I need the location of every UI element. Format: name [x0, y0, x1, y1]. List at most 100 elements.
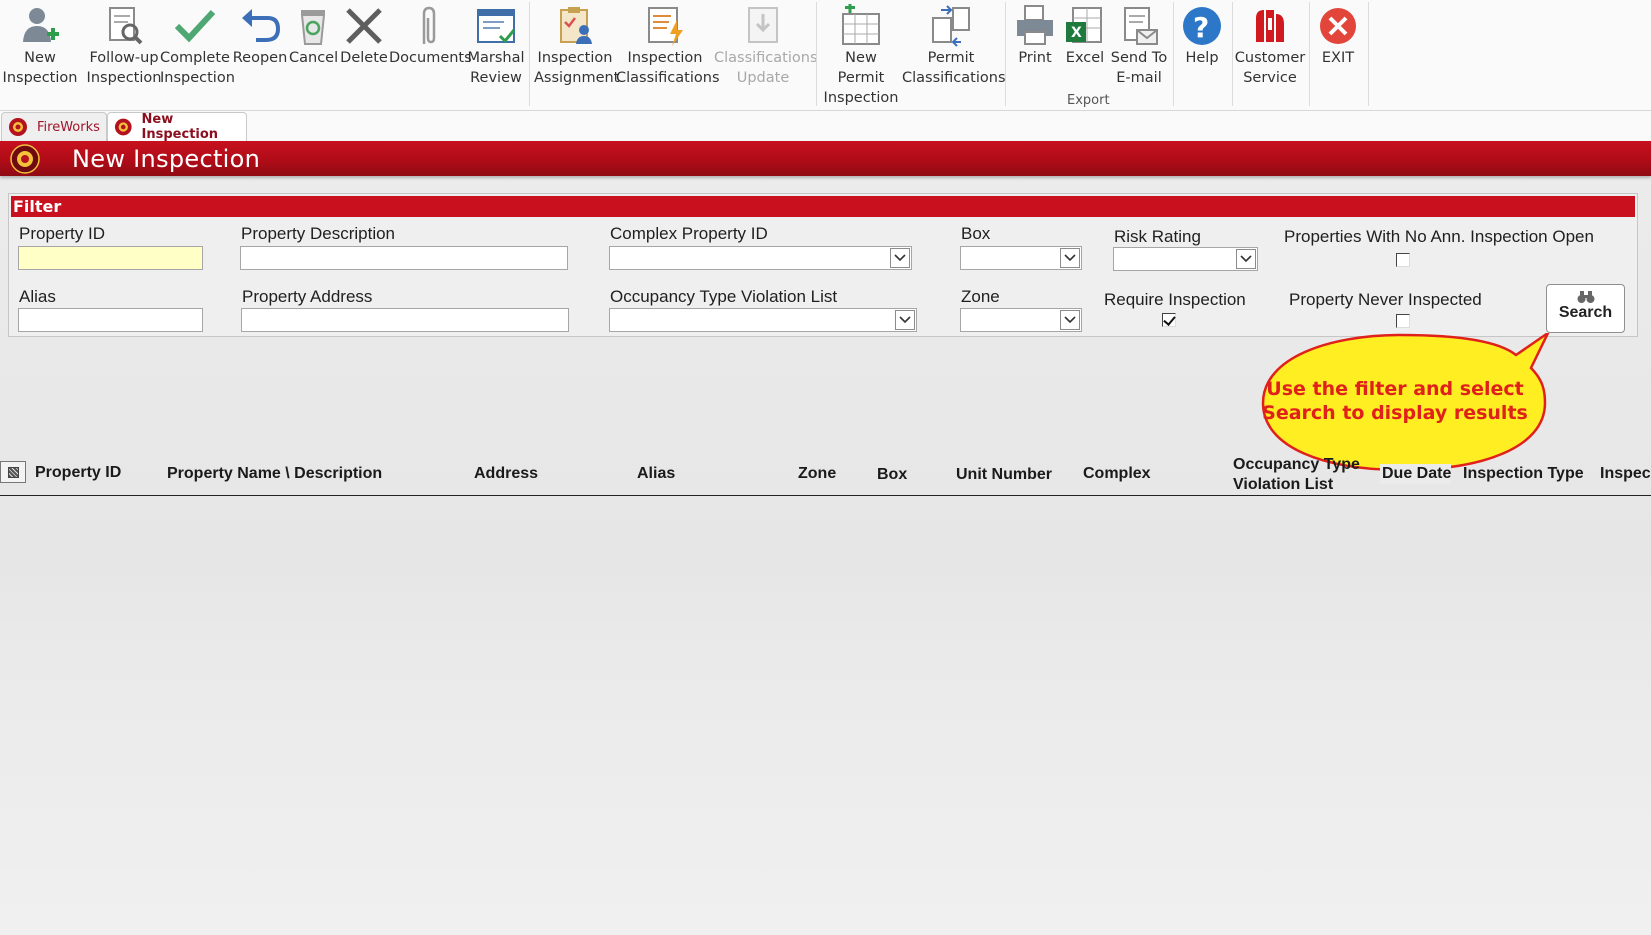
- require-inspection-checkbox[interactable]: [1162, 313, 1176, 327]
- property-never-inspected-checkbox[interactable]: [1396, 314, 1410, 328]
- chevron-down-icon[interactable]: [1060, 310, 1080, 330]
- column-header-box[interactable]: Box: [877, 465, 907, 485]
- document-magnify-icon: [109, 7, 143, 45]
- zone-label: Zone: [961, 287, 1000, 306]
- column-header-address[interactable]: Address: [474, 464, 538, 484]
- search-button[interactable]: Search: [1546, 284, 1625, 333]
- review-chart-icon: [477, 9, 516, 44]
- new-inspection-label-1: New: [24, 50, 56, 66]
- user-add-icon: [23, 8, 59, 42]
- box-select[interactable]: [960, 246, 1082, 270]
- permit-classifications-label-1: Permit: [927, 50, 975, 66]
- column-header-inspector[interactable]: Inspec: [1600, 464, 1651, 484]
- help-callout-text: Use the filter and select Search to disp…: [1250, 377, 1540, 425]
- documents-exchange-icon: [932, 5, 970, 47]
- reopen-button[interactable]: Reopen: [231, 4, 289, 68]
- fire-department-logo-icon: [9, 118, 27, 136]
- risk-rating-label: Risk Rating: [1114, 227, 1201, 246]
- inspection-classifications-button[interactable]: Inspection Classifications: [616, 4, 720, 88]
- email-document-icon: [1124, 7, 1158, 45]
- property-address-input[interactable]: [241, 308, 569, 332]
- inspection-classifications-label-2: Classifications: [616, 70, 720, 86]
- column-header-occupancy-type-violation-list[interactable]: Occupancy Type Violation List: [1233, 455, 1383, 495]
- ribbon-separator: [1173, 2, 1174, 106]
- print-button[interactable]: Print: [1012, 4, 1058, 68]
- zone-select[interactable]: [960, 308, 1082, 332]
- undo-arrow-icon: [242, 9, 281, 42]
- cancel-button[interactable]: Cancel: [289, 4, 338, 68]
- document-tabstrip: FireWorks New Inspection: [0, 111, 1651, 142]
- new-inspection-button[interactable]: New Inspection: [2, 4, 78, 88]
- svg-text:X: X: [1071, 25, 1082, 41]
- chevron-down-icon[interactable]: [890, 248, 910, 268]
- marshal-review-button[interactable]: Marshal Review: [466, 4, 526, 88]
- customer-service-logo-icon: [1256, 10, 1284, 42]
- excel-icon: X: [1066, 7, 1102, 43]
- tab-fireworks[interactable]: FireWorks: [1, 112, 107, 141]
- permit-classifications-button[interactable]: Permit Classifications: [902, 4, 1006, 88]
- column-header-unit-number[interactable]: Unit Number: [956, 465, 1052, 485]
- follow-up-inspection-button[interactable]: Follow-up Inspection: [86, 4, 162, 88]
- help-callout-line-1: Use the filter and select: [1266, 378, 1524, 400]
- exit-label: EXIT: [1321, 50, 1355, 66]
- column-header-zone[interactable]: Zone: [798, 464, 836, 484]
- marshal-review-label-1: Marshal: [467, 50, 525, 66]
- column-header-alias[interactable]: Alias: [637, 464, 675, 484]
- ribbon-separator: [1005, 2, 1006, 106]
- page-title: New Inspection: [72, 145, 261, 173]
- results-grid-body: [0, 497, 1651, 935]
- column-header-due-date[interactable]: Due Date: [1380, 464, 1452, 484]
- fire-department-logo-icon: [10, 144, 40, 174]
- ribbon-separator: [816, 2, 817, 106]
- classifications-update-label-1: Classifications: [714, 50, 818, 66]
- new-permit-inspection-label-2: Inspection: [823, 90, 899, 106]
- ribbon-separator: [1368, 2, 1369, 106]
- column-header-property-name[interactable]: Property Name \ Description: [167, 464, 382, 484]
- property-never-inspected-label: Property Never Inspected: [1289, 290, 1482, 309]
- help-button[interactable]: ? Help: [1178, 4, 1226, 68]
- complex-property-id-select[interactable]: [609, 246, 912, 270]
- documents-label: Documents: [389, 50, 472, 66]
- clipboard-user-icon: [560, 7, 592, 44]
- property-id-input[interactable]: [18, 246, 203, 270]
- tab-new-inspection[interactable]: New Inspection: [107, 112, 247, 142]
- grid-plus-icon: [842, 4, 880, 45]
- x-delete-icon: [346, 8, 382, 44]
- alias-input[interactable]: [18, 308, 203, 332]
- paperclip-icon: [422, 6, 436, 44]
- risk-rating-select[interactable]: [1113, 247, 1258, 271]
- classifications-update-button[interactable]: Classifications Update: [714, 4, 818, 88]
- column-header-inspection-type[interactable]: Inspection Type: [1463, 464, 1584, 484]
- new-permit-inspection-button[interactable]: New Permit Inspection: [820, 4, 902, 108]
- classifications-update-label-2: Update: [736, 70, 790, 86]
- property-address-label: Property Address: [242, 287, 373, 306]
- delete-button[interactable]: Delete: [339, 4, 389, 68]
- send-to-email-button[interactable]: Send To E-mail: [1108, 4, 1170, 88]
- help-label: Help: [1185, 50, 1219, 66]
- property-description-input[interactable]: [240, 246, 568, 270]
- documents-button[interactable]: Documents: [389, 4, 472, 68]
- chevron-down-icon[interactable]: [1060, 248, 1080, 268]
- print-label: Print: [1018, 50, 1052, 66]
- inspection-assignment-label-2: Assignment: [534, 70, 620, 86]
- complex-property-id-label: Complex Property ID: [610, 224, 768, 243]
- marshal-review-label-2: Review: [470, 70, 522, 86]
- complete-inspection-button[interactable]: Complete Inspection: [160, 4, 235, 88]
- chevron-down-icon[interactable]: [1236, 249, 1256, 269]
- excel-export-button[interactable]: X Excel: [1062, 4, 1108, 68]
- customer-service-label-2: Service: [1243, 70, 1297, 86]
- exit-button[interactable]: EXIT: [1314, 4, 1362, 68]
- select-all-toggle[interactable]: [0, 461, 26, 483]
- column-header-complex[interactable]: Complex: [1083, 464, 1151, 484]
- new-inspection-label-2: Inspection: [2, 70, 78, 86]
- printer-icon: [1017, 5, 1053, 45]
- chevron-down-icon[interactable]: [895, 310, 915, 330]
- ribbon-separator: [1232, 2, 1233, 106]
- box-label: Box: [961, 224, 991, 243]
- occupancy-type-violation-list-select[interactable]: [609, 308, 917, 332]
- column-header-property-id[interactable]: Property ID: [35, 463, 121, 483]
- no-ann-inspection-open-checkbox[interactable]: [1396, 253, 1410, 267]
- follow-up-inspection-label-2: Inspection: [86, 70, 162, 86]
- customer-service-button[interactable]: Customer Service: [1234, 4, 1306, 88]
- inspection-assignment-button[interactable]: Inspection Assignment: [534, 4, 620, 88]
